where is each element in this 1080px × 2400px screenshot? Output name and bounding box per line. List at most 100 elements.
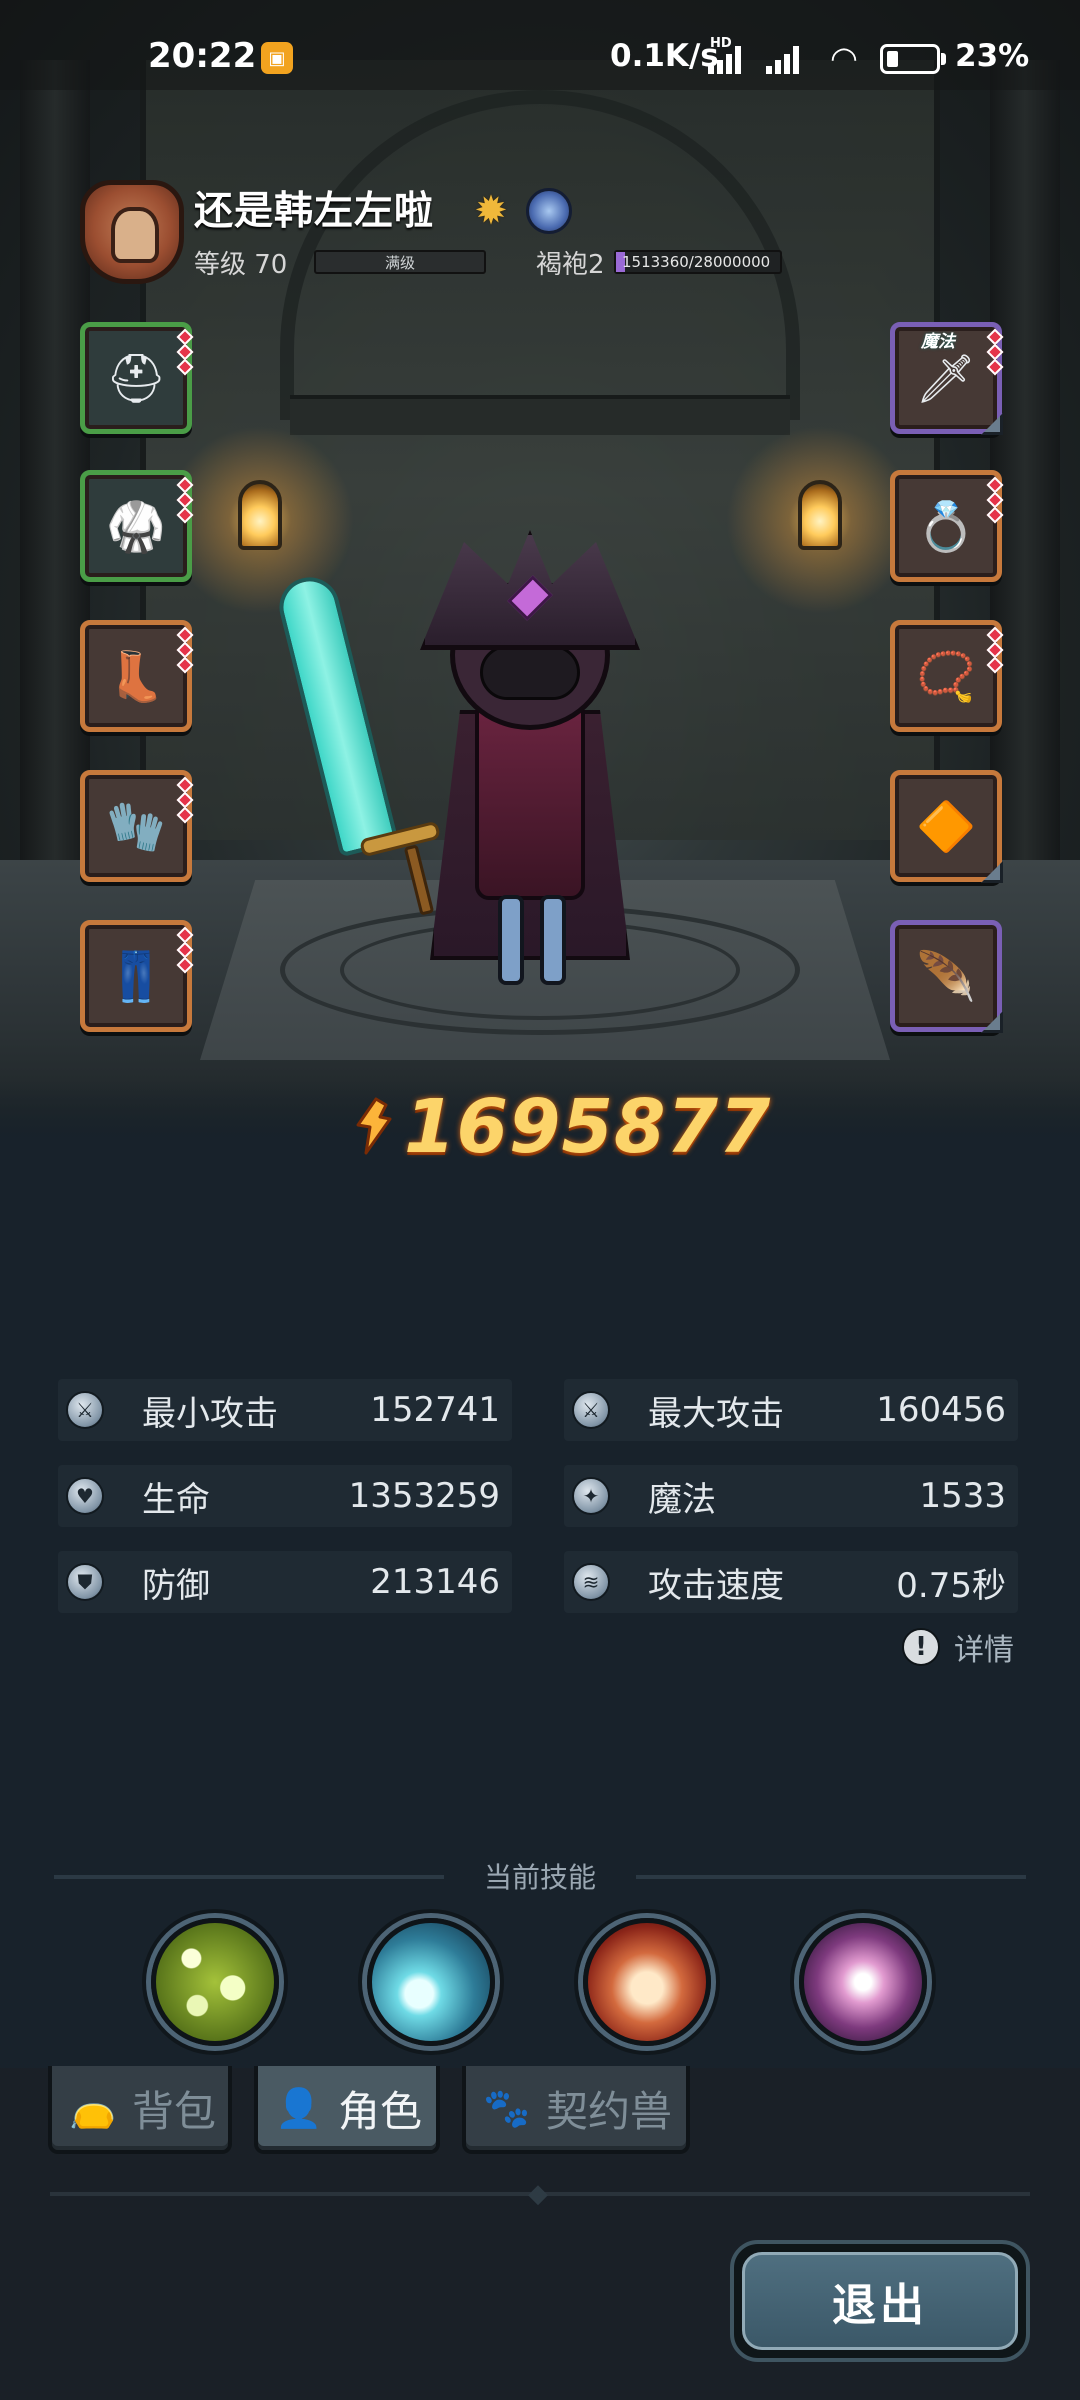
necklace-icon: 📿	[916, 648, 976, 705]
character-icon: 👤	[275, 2085, 323, 2130]
slot-corner	[981, 861, 1003, 883]
combat-power-icon	[356, 1097, 392, 1155]
magic-tag: 魔法	[921, 332, 955, 352]
chest-armor-icon: 🥋	[106, 498, 166, 555]
tab-character[interactable]: 👤 角色	[254, 2066, 440, 2154]
status-bar: 20:22 ▣ 0.1K/s HD ◠ 23%	[0, 0, 1080, 90]
ring-icon: 💍	[916, 498, 976, 555]
wifi-icon: ◠	[830, 39, 858, 77]
gloves-icon: 🧤	[106, 798, 166, 855]
tab-label: 角色	[338, 2086, 423, 2136]
stat-label: 防御	[142, 1565, 210, 1606]
tab-bag[interactable]: 👝 背包	[48, 2066, 232, 2154]
tab-label: 契约兽	[546, 2086, 673, 2136]
stat-attack-speed: ≋ 攻击速度 0.75秒	[564, 1551, 1018, 1613]
shield-icon: ⛊	[66, 1563, 104, 1601]
equip-slot-weapon[interactable]: 🗡 魔法	[890, 322, 1004, 435]
divider-ornament-icon: ◆	[528, 2179, 548, 2209]
sword-stat-icon: ⚔	[572, 1391, 610, 1429]
equip-slot-boots[interactable]: 👢	[80, 620, 195, 732]
battery-percent: 23%	[955, 38, 1030, 74]
heart-icon: ♥	[66, 1477, 104, 1515]
battery-tip	[941, 53, 946, 65]
skills-divider-left	[54, 1875, 444, 1879]
network-speed: 0.1K/s	[610, 38, 719, 74]
signal-icon	[708, 44, 750, 74]
sword-stat-icon: ⚔	[66, 1391, 104, 1429]
battery-level	[887, 51, 898, 67]
gem-sockets	[986, 626, 1005, 674]
equip-slot-wings[interactable]: 🪶	[890, 920, 1003, 1033]
combat-power-value: 1695877	[404, 1084, 772, 1170]
stat-value: 1353259	[348, 1476, 500, 1516]
hero-leg-right	[540, 895, 566, 985]
gem-sockets	[176, 328, 195, 376]
gem-sockets	[176, 926, 195, 974]
boots-icon: 👢	[106, 648, 166, 705]
rank-shield-emblem	[111, 207, 159, 263]
gem-sockets	[176, 626, 195, 674]
poison-bubbles-skill-icon[interactable]	[151, 1918, 279, 2046]
equip-slot-gloves[interactable]: 🧤	[80, 770, 194, 882]
stat-label: 生命	[142, 1479, 210, 1520]
hero-body	[475, 700, 585, 900]
equip-slot-charm[interactable]: 🔶	[890, 770, 1003, 883]
battery-icon	[880, 44, 940, 74]
shadow-burst-skill-icon[interactable]	[799, 1918, 927, 2046]
stat-value: 0.75秒	[896, 1565, 1006, 1606]
exit-button[interactable]: 退出	[730, 2240, 1030, 2362]
signal-icon	[766, 44, 808, 74]
hero-mask	[480, 645, 580, 700]
rank-label: 褐袍2	[536, 250, 605, 280]
fire-strike-skill-icon[interactable]	[583, 1918, 711, 2046]
stat-defense: ⛊ 防御 213146	[58, 1551, 512, 1613]
hero-leg-left	[498, 895, 524, 985]
stat-label: 最大攻击	[648, 1393, 784, 1434]
exp-bar: 1513360/28000000	[614, 250, 782, 274]
stat-max-attack: ⚔ 最大攻击 160456	[564, 1379, 1018, 1441]
info-icon[interactable]: !	[902, 1628, 940, 1666]
character-avatar[interactable]	[273, 500, 680, 1000]
scene-shelf	[290, 395, 790, 435]
stat-mp: ✦ 魔法 1533	[564, 1465, 1018, 1527]
rank-shield-icon[interactable]	[80, 180, 184, 284]
paw-icon: 🐾	[483, 2085, 531, 2130]
speed-icon: ≋	[572, 1563, 610, 1601]
level-label: 等级 70	[194, 250, 288, 280]
sun-title-icon[interactable]: ✹	[466, 186, 516, 236]
skills-divider-right	[636, 1875, 1026, 1879]
hero-sword-hilt	[403, 844, 435, 916]
equip-slot-pants[interactable]: 👖	[80, 920, 195, 1032]
gem-sockets	[176, 476, 195, 524]
exp-text: 1513360/28000000	[622, 253, 771, 271]
stat-value: 160456	[876, 1390, 1006, 1430]
sword-icon: 🗡	[915, 350, 977, 407]
helmet-icon: ⛑	[105, 350, 167, 407]
magic-swirl-icon: ✦	[572, 1477, 610, 1515]
level-status: 满级	[384, 253, 415, 272]
stat-min-attack: ⚔ 最小攻击 152741	[58, 1379, 512, 1441]
moon-title-icon[interactable]	[526, 188, 572, 234]
exit-button-label: 退出	[742, 2252, 1018, 2350]
stat-value: 152741	[370, 1390, 500, 1430]
equip-slot-helmet[interactable]: ⛑	[80, 322, 195, 434]
stat-label: 攻击速度	[648, 1565, 784, 1606]
pants-icon: 👖	[106, 948, 166, 1005]
player-name: 还是韩左左啦	[194, 189, 435, 234]
frost-nova-skill-icon[interactable]	[367, 1918, 495, 2046]
stat-value: 1533	[919, 1476, 1006, 1516]
stat-value: 213146	[370, 1562, 500, 1602]
skills-title: 当前技能	[483, 1861, 596, 1894]
wing-icon: 🪶	[916, 948, 976, 1005]
details-link[interactable]: 详情	[954, 1628, 1014, 1668]
tab-label: 背包	[132, 2086, 217, 2136]
amulet-icon: 🔶	[916, 798, 976, 855]
slot-corner	[981, 413, 1003, 435]
equip-slot-armor[interactable]: 🥋	[80, 470, 195, 582]
tab-pet[interactable]: 🐾 契约兽	[462, 2066, 690, 2154]
equip-slot-ring[interactable]: 💍	[890, 470, 1004, 582]
slot-corner	[981, 1011, 1003, 1033]
lamp-right-icon	[798, 480, 842, 550]
equip-slot-necklace[interactable]: 📿	[890, 620, 1005, 732]
stat-label: 最小攻击	[142, 1393, 278, 1434]
